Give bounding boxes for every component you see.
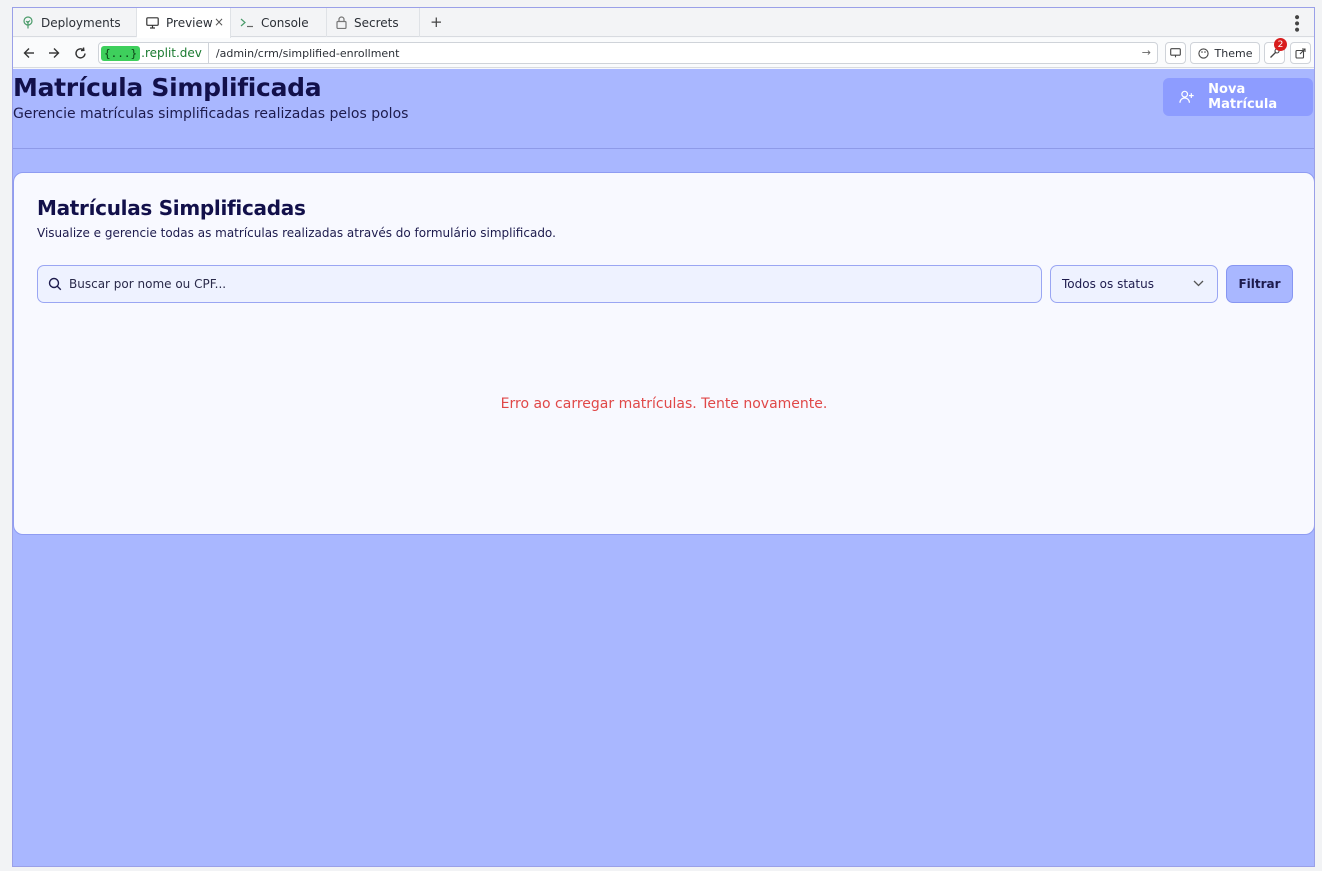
lock-icon: [336, 16, 347, 29]
terminal-icon: [240, 18, 253, 28]
url-field[interactable]: {...} .replit.dev /admin/crm/simplified-…: [98, 42, 1158, 64]
notification-badge: 2: [1274, 38, 1287, 51]
domain-text: .replit.dev: [141, 42, 209, 64]
tab-label: Secrets: [354, 15, 399, 30]
back-button[interactable]: [20, 44, 38, 62]
tab-secrets[interactable]: Secrets: [327, 8, 420, 37]
page-subtitle: Gerencie matrículas simplificadas realiz…: [13, 106, 409, 122]
open-external-button[interactable]: [1290, 42, 1311, 64]
user-plus-icon: [1179, 90, 1194, 103]
card-subtitle: Visualize e gerencie todas as matrículas…: [37, 226, 556, 240]
new-enrollment-button[interactable]: Nova Matrícula: [1163, 78, 1313, 116]
page-content: Matrícula Simplificada Gerencie matrícul…: [13, 69, 1314, 866]
tab-console[interactable]: Console: [231, 8, 327, 37]
screen-icon: [1170, 48, 1181, 58]
header-divider: [13, 148, 1314, 149]
external-link-icon: [1295, 47, 1306, 59]
arrow-left-icon: [23, 48, 34, 58]
new-tab-button[interactable]: +: [430, 13, 443, 31]
devtools-button[interactable]: [1165, 42, 1186, 64]
screen: Deployments Preview × Console Secrets + …: [0, 0, 1322, 871]
palette-icon: [1197, 47, 1209, 59]
search-box[interactable]: [37, 265, 1042, 303]
tab-preview[interactable]: Preview ×: [137, 8, 231, 38]
arrow-right-icon: [49, 48, 60, 58]
tree-icon: [23, 16, 33, 29]
search-input[interactable]: [69, 277, 969, 291]
forward-button[interactable]: [45, 44, 63, 62]
enrollments-card: Matrículas Simplificadas Visualize e ger…: [13, 172, 1314, 535]
tab-deployments[interactable]: Deployments: [13, 8, 137, 37]
chevron-down-icon: [1193, 280, 1204, 287]
reload-icon: [74, 46, 86, 59]
error-message: Erro ao carregar matrículas. Tente novam…: [500, 396, 828, 412]
tab-label: Preview: [166, 16, 213, 30]
page-title: Matrícula Simplificada: [13, 73, 322, 102]
address-bar: {...} .replit.dev /admin/crm/simplified-…: [13, 38, 1314, 68]
reload-button[interactable]: [71, 44, 89, 62]
more-options-icon[interactable]: •••: [1288, 13, 1304, 32]
status-select-value: Todos os status: [1062, 277, 1154, 291]
browser-window: Deployments Preview × Console Secrets + …: [12, 7, 1315, 867]
filter-button[interactable]: Filtrar: [1226, 265, 1293, 303]
tools-button[interactable]: 2: [1264, 38, 1287, 64]
monitor-icon: [146, 17, 159, 29]
url-path: /admin/crm/simplified-enrollment: [215, 46, 400, 60]
domain-badge: {...}: [101, 45, 141, 61]
search-icon: [48, 277, 62, 291]
theme-button[interactable]: Theme: [1190, 42, 1260, 64]
tab-bar: Deployments Preview × Console Secrets + …: [13, 8, 1314, 38]
go-arrow-icon[interactable]: →: [1142, 46, 1151, 59]
tab-label: Deployments: [41, 15, 121, 30]
status-select[interactable]: Todos os status: [1050, 265, 1218, 303]
close-tab-icon[interactable]: ×: [214, 15, 224, 29]
tab-label: Console: [261, 15, 309, 30]
theme-label: Theme: [1214, 46, 1253, 60]
card-title: Matrículas Simplificadas: [37, 196, 306, 220]
new-enrollment-label: Nova Matrícula: [1208, 82, 1278, 112]
